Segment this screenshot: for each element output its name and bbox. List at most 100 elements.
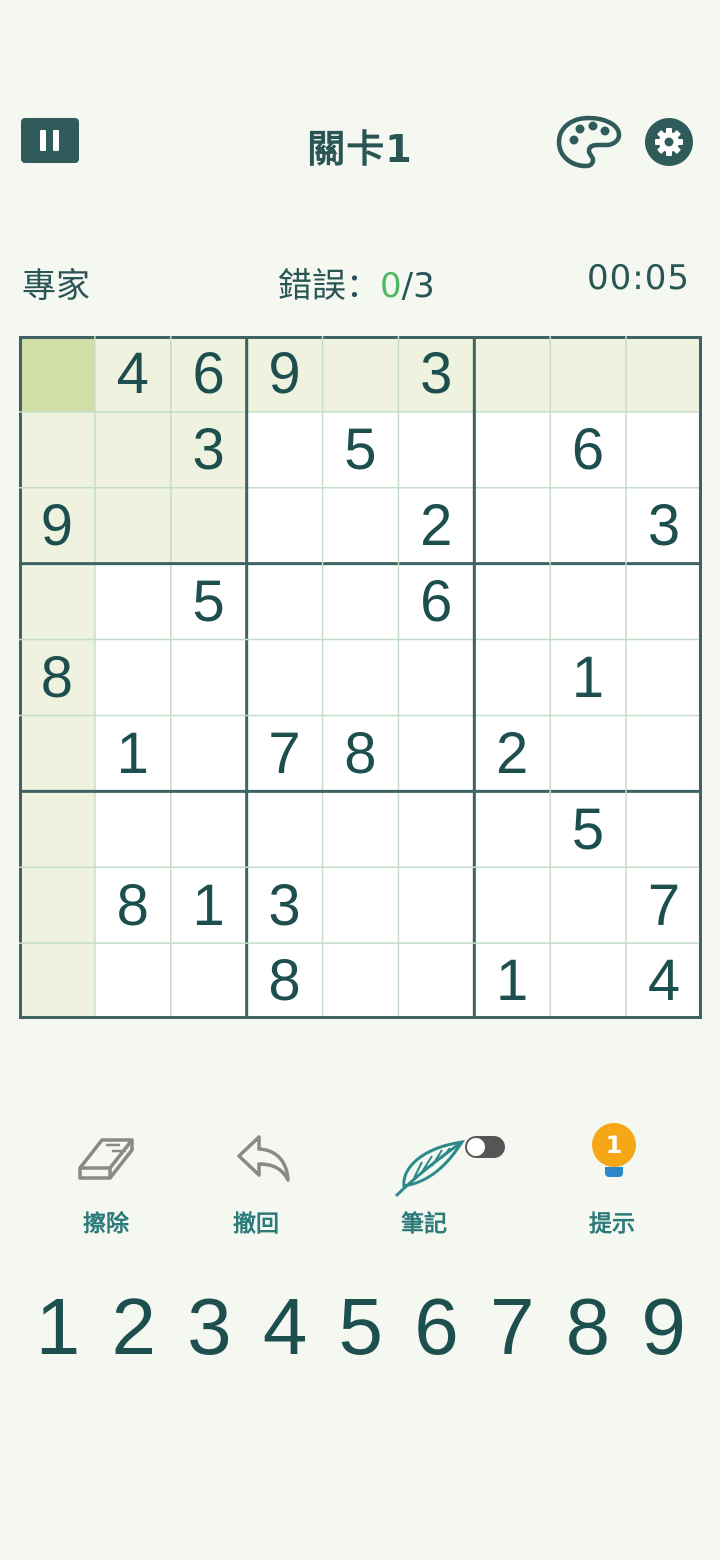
number-button-8[interactable]: 8: [553, 1282, 623, 1372]
number-button-6[interactable]: 6: [402, 1282, 472, 1372]
sudoku-cell[interactable]: [19, 336, 95, 412]
erase-button[interactable]: 擦除: [36, 1120, 176, 1240]
difficulty-label: 專家: [22, 266, 90, 306]
sudoku-cell[interactable]: [626, 639, 702, 716]
sudoku-cell[interactable]: 3: [626, 487, 702, 564]
sudoku-cell[interactable]: [626, 715, 702, 792]
sudoku-cell[interactable]: [474, 639, 551, 716]
sudoku-cell[interactable]: 1: [474, 943, 551, 1019]
sudoku-cell[interactable]: [474, 487, 551, 564]
number-button-9[interactable]: 9: [629, 1282, 699, 1372]
sudoku-cell[interactable]: [474, 791, 551, 868]
sudoku-cell[interactable]: [170, 715, 247, 792]
sudoku-cell[interactable]: 8: [322, 715, 399, 792]
hint-button[interactable]: 1 提示: [542, 1120, 682, 1240]
sudoku-cell[interactable]: [94, 411, 171, 488]
sudoku-cell[interactable]: [626, 336, 702, 412]
number-button-4[interactable]: 4: [250, 1282, 320, 1372]
sudoku-cell[interactable]: [246, 791, 323, 868]
sudoku-cell[interactable]: [19, 411, 95, 488]
sudoku-cell[interactable]: [474, 867, 551, 943]
sudoku-cell[interactable]: 1: [170, 867, 247, 943]
sudoku-cell[interactable]: [19, 867, 95, 943]
sudoku-cell[interactable]: 7: [246, 715, 323, 792]
sudoku-cell[interactable]: [19, 563, 95, 640]
sudoku-cell[interactable]: 3: [170, 411, 247, 488]
sudoku-cell[interactable]: [398, 791, 475, 868]
sudoku-cell[interactable]: [246, 411, 323, 488]
sudoku-cell[interactable]: [550, 943, 626, 1019]
sudoku-cell[interactable]: [474, 411, 551, 488]
sudoku-cell[interactable]: [322, 336, 399, 412]
sudoku-cell[interactable]: [170, 943, 247, 1019]
sudoku-cell[interactable]: [398, 715, 475, 792]
sudoku-cell[interactable]: 1: [550, 639, 626, 716]
sudoku-cell[interactable]: [94, 791, 171, 868]
number-button-1[interactable]: 1: [23, 1282, 93, 1372]
sudoku-cell[interactable]: [170, 791, 247, 868]
sudoku-cell[interactable]: 2: [474, 715, 551, 792]
number-button-7[interactable]: 7: [477, 1282, 547, 1372]
sudoku-cell[interactable]: [398, 639, 475, 716]
sudoku-cell[interactable]: 8: [94, 867, 171, 943]
sudoku-cell[interactable]: [322, 943, 399, 1019]
sudoku-cell[interactable]: [322, 867, 399, 943]
sudoku-cell[interactable]: [550, 715, 626, 792]
sudoku-cell[interactable]: [94, 487, 171, 564]
undo-button[interactable]: 撤回: [186, 1120, 326, 1240]
sudoku-cell[interactable]: [322, 791, 399, 868]
sudoku-cell[interactable]: [626, 563, 702, 640]
sudoku-cell[interactable]: [19, 943, 95, 1019]
sudoku-cell[interactable]: [246, 563, 323, 640]
sudoku-cell[interactable]: 5: [170, 563, 247, 640]
sudoku-cell[interactable]: [474, 336, 551, 412]
mistakes-label: 錯誤：: [278, 266, 380, 306]
sudoku-cell[interactable]: [322, 563, 399, 640]
notes-toggle[interactable]: [465, 1136, 505, 1158]
sudoku-cell[interactable]: 3: [398, 336, 475, 412]
sudoku-cell[interactable]: 5: [550, 791, 626, 868]
sudoku-cell[interactable]: [19, 715, 95, 792]
sudoku-cell[interactable]: [94, 639, 171, 716]
palette-icon[interactable]: [556, 115, 622, 169]
sudoku-cell[interactable]: [626, 791, 702, 868]
sudoku-cell[interactable]: 6: [550, 411, 626, 488]
sudoku-cell[interactable]: [398, 867, 475, 943]
number-button-5[interactable]: 5: [326, 1282, 396, 1372]
sudoku-cell[interactable]: 1: [94, 715, 171, 792]
sudoku-cell[interactable]: [246, 639, 323, 716]
sudoku-cell[interactable]: 2: [398, 487, 475, 564]
sudoku-cell[interactable]: [474, 563, 551, 640]
sudoku-cell[interactable]: 7: [626, 867, 702, 943]
sudoku-cell[interactable]: 5: [322, 411, 399, 488]
sudoku-cell[interactable]: 4: [626, 943, 702, 1019]
sudoku-cell[interactable]: [550, 487, 626, 564]
sudoku-cell[interactable]: [322, 639, 399, 716]
sudoku-cell[interactable]: [626, 411, 702, 488]
number-button-3[interactable]: 3: [174, 1282, 244, 1372]
notes-button[interactable]: 筆記: [354, 1120, 505, 1240]
sudoku-cell[interactable]: [94, 563, 171, 640]
sudoku-cell[interactable]: 4: [94, 336, 171, 412]
sudoku-cell[interactable]: [19, 791, 95, 868]
sudoku-cell[interactable]: [170, 487, 247, 564]
sudoku-cell[interactable]: 6: [170, 336, 247, 412]
sudoku-cell[interactable]: [550, 336, 626, 412]
sudoku-cell[interactable]: [398, 943, 475, 1019]
sudoku-cell[interactable]: [94, 943, 171, 1019]
settings-gear-icon[interactable]: [644, 117, 694, 167]
sudoku-cell[interactable]: 6: [398, 563, 475, 640]
sudoku-cell[interactable]: 8: [19, 639, 95, 716]
sudoku-cell[interactable]: 3: [246, 867, 323, 943]
sudoku-cell[interactable]: [398, 411, 475, 488]
sudoku-cell[interactable]: [246, 487, 323, 564]
sudoku-cell[interactable]: [322, 487, 399, 564]
number-button-2[interactable]: 2: [99, 1282, 169, 1372]
sudoku-cell[interactable]: 9: [246, 336, 323, 412]
sudoku-cell[interactable]: [550, 563, 626, 640]
sudoku-cell[interactable]: [550, 867, 626, 943]
sudoku-cell[interactable]: [170, 639, 247, 716]
top-bar: 關卡1: [0, 100, 720, 184]
sudoku-cell[interactable]: 8: [246, 943, 323, 1019]
sudoku-cell[interactable]: 9: [19, 487, 95, 564]
